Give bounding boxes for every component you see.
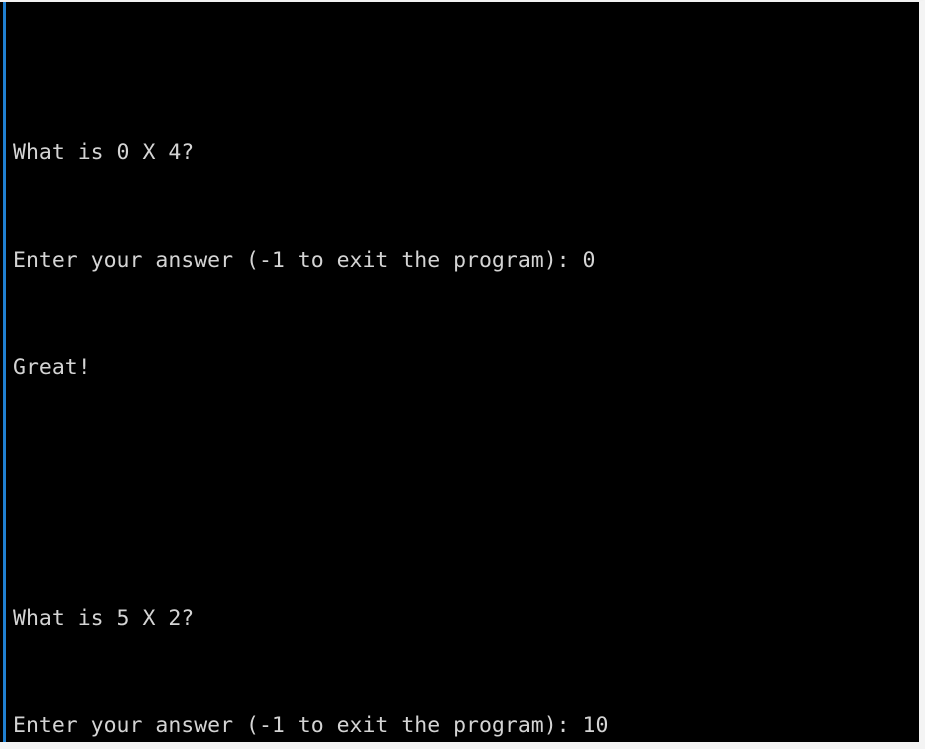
console-line: Enter your answer (-1 to exit the progra… xyxy=(13,247,596,273)
console-line: Enter your answer (-1 to exit the progra… xyxy=(13,713,609,739)
console-line: What is 0 X 4? xyxy=(13,140,195,166)
console-line: What is 5 X 2? xyxy=(13,605,195,631)
console-output-area[interactable]: What is 0 X 4? Enter your answer (-1 to … xyxy=(0,2,919,742)
console-line: Great! xyxy=(13,355,91,381)
window-left-accent-bar xyxy=(3,2,6,742)
console-window[interactable]: What is 0 X 4? Enter your answer (-1 to … xyxy=(0,0,925,749)
